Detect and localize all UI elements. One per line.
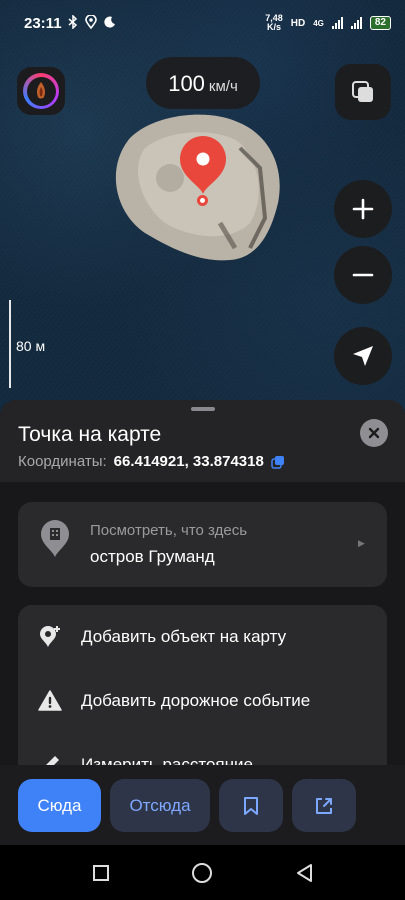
plus-icon xyxy=(352,198,374,220)
location-icon xyxy=(84,13,97,32)
share-icon xyxy=(316,797,332,814)
place-card-sheet: Точка на карте Координаты: 66.414921, 33… xyxy=(0,400,405,772)
triangle-back-icon xyxy=(297,864,312,882)
coordinates-value[interactable]: 66.414921, 33.874318 xyxy=(114,453,264,470)
copy-icon[interactable] xyxy=(271,455,285,469)
coordinates-row: Координаты: 66.414921, 33.874318 xyxy=(18,453,285,470)
circle-icon xyxy=(192,863,212,883)
status-bar: 23:11 7,48 K/s HD 4G 82 xyxy=(0,0,405,46)
home-button[interactable] xyxy=(190,861,214,885)
whats-here-card[interactable]: Посмотреть, что здесь остров Груманд ▶ xyxy=(18,502,387,587)
map-scale-label: 80 м xyxy=(16,338,46,354)
chevron-right-icon: ▶ xyxy=(358,538,365,548)
net-speed-unit: K/s xyxy=(266,22,281,32)
bookmark-button[interactable] xyxy=(219,779,283,832)
place-title: Точка на карте xyxy=(18,423,162,446)
layers-icon xyxy=(352,81,373,102)
close-icon xyxy=(368,427,380,439)
coordinates-label: Координаты: xyxy=(18,453,107,470)
layers-button[interactable] xyxy=(335,64,391,120)
add-object-action[interactable]: Добавить объект на карту xyxy=(18,609,387,665)
speed-indicator: 100 км/ч xyxy=(146,57,260,109)
add-road-event-label: Добавить дорожное событие xyxy=(81,691,311,710)
add-road-event-action[interactable]: Добавить дорожное событие xyxy=(18,673,387,729)
map-scale-bar xyxy=(9,300,11,388)
whats-here-caption: Посмотреть, что здесь xyxy=(90,522,248,539)
route-from-button[interactable]: Отсюда xyxy=(110,779,210,832)
route-action-bar: Сюда Отсюда xyxy=(0,765,405,845)
add-place-icon xyxy=(38,625,62,649)
avatar xyxy=(23,73,59,109)
bookmark-icon xyxy=(244,796,258,815)
warning-icon xyxy=(38,689,62,713)
pin-point xyxy=(197,195,208,206)
zoom-out-button[interactable] xyxy=(334,246,392,304)
speed-value: 100 xyxy=(168,71,205,96)
square-icon xyxy=(93,865,109,881)
close-button[interactable] xyxy=(360,419,388,447)
map-view[interactable]: 23:11 7,48 K/s HD 4G 82 100 км/ч 80 м xyxy=(0,0,405,430)
whats-here-name: остров Груманд xyxy=(90,547,215,566)
network-type: 4G xyxy=(313,18,324,28)
speed-unit: км/ч xyxy=(208,78,238,95)
sheet-grabber[interactable] xyxy=(191,407,215,411)
battery-indicator: 82 xyxy=(369,16,391,30)
status-time: 23:11 xyxy=(24,14,62,32)
avatar-icon xyxy=(37,82,45,99)
bluetooth-icon xyxy=(68,13,78,32)
building-pin-icon xyxy=(40,520,70,563)
map-pin-icon[interactable] xyxy=(176,133,230,195)
profile-button[interactable] xyxy=(17,67,65,115)
actions-card: Добавить объект на карту Добавить дорожн… xyxy=(18,605,387,772)
system-nav-bar xyxy=(0,845,405,900)
minus-icon xyxy=(352,273,374,277)
moon-icon xyxy=(103,16,116,31)
signal-icon xyxy=(331,17,343,29)
route-here-button[interactable]: Сюда xyxy=(18,779,101,832)
back-button[interactable] xyxy=(292,861,316,885)
recents-button[interactable] xyxy=(89,861,113,885)
locate-arrow-icon xyxy=(353,346,373,366)
place-card-header: Точка на карте Координаты: 66.414921, 33… xyxy=(0,400,405,482)
my-location-button[interactable] xyxy=(334,327,392,385)
zoom-in-button[interactable] xyxy=(334,180,392,238)
signal-icon-2 xyxy=(350,17,362,29)
hd-badge: HD xyxy=(290,17,306,29)
net-speed: 7,48 K/s xyxy=(265,14,283,32)
share-button[interactable] xyxy=(292,779,356,832)
add-object-label: Добавить объект на карту xyxy=(81,627,287,646)
